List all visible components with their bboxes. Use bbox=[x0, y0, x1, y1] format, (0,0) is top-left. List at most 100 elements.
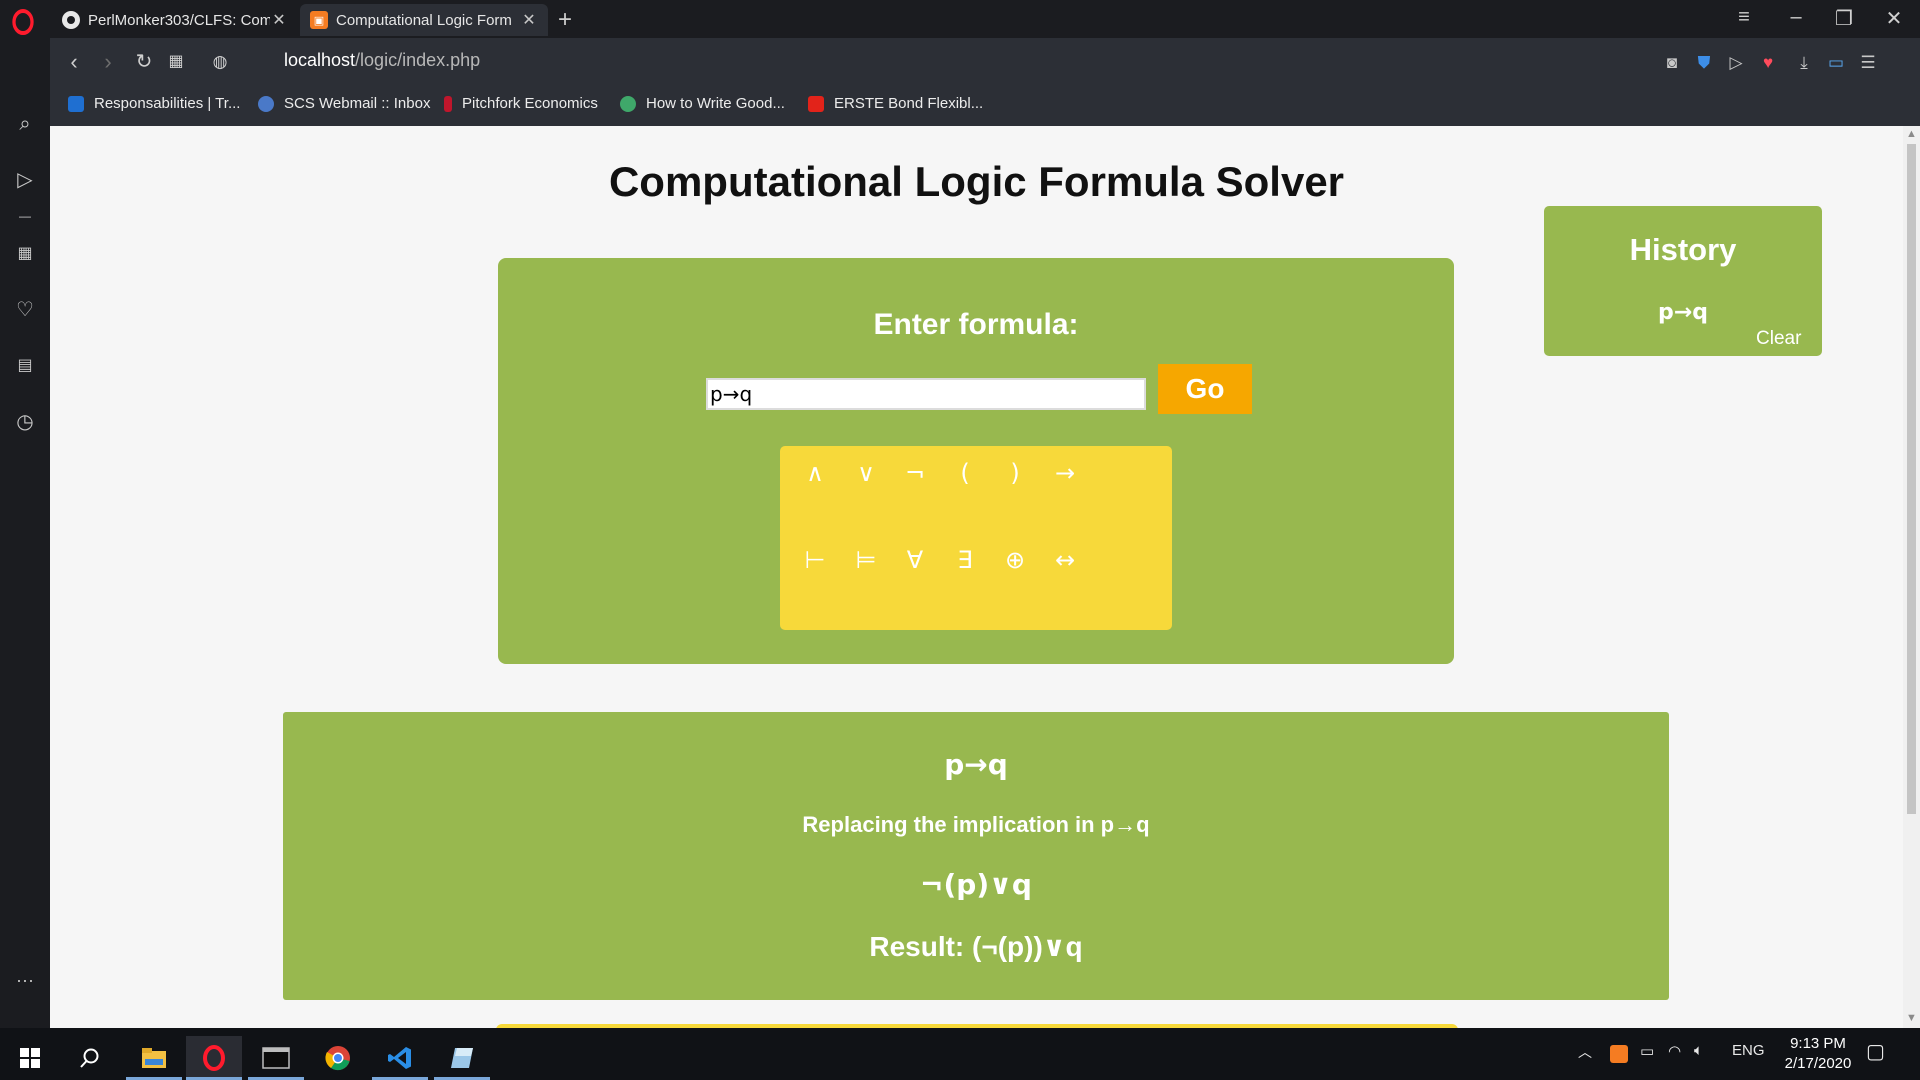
scroll-down-icon[interactable]: ▼ bbox=[1906, 1012, 1917, 1024]
easy-setup-icon[interactable]: ☰ bbox=[1856, 51, 1880, 75]
clear-history-button[interactable]: Clear bbox=[1756, 328, 1801, 350]
search-icon[interactable] bbox=[62, 1036, 118, 1080]
key-xor[interactable]: ⊕ bbox=[995, 540, 1035, 580]
bookmark-item[interactable]: ERSTE Bond Flexibl... bbox=[808, 95, 983, 112]
enter-formula-label: Enter formula: bbox=[873, 308, 1079, 341]
result-final: Result: (¬(p))∨q bbox=[869, 931, 1083, 962]
vscode-icon[interactable] bbox=[372, 1036, 428, 1080]
key-not[interactable]: ¬ bbox=[895, 453, 935, 493]
flow-send-icon[interactable]: ▷ bbox=[13, 168, 37, 192]
key-models[interactable]: ⊨ bbox=[846, 540, 886, 580]
tab-title: Computational Logic Form bbox=[336, 11, 512, 29]
address-bar: ‹ › ↻ ▦ ◍ localhost/logic/index.php ◙ ⛊ … bbox=[50, 38, 1920, 88]
battery-icon[interactable]: ▭ bbox=[1640, 1042, 1654, 1060]
key-open-paren[interactable]: ( bbox=[945, 453, 985, 493]
page-title: Computational Logic Formula Solver bbox=[608, 158, 1345, 205]
more-options-icon[interactable]: ··· bbox=[13, 968, 37, 992]
clock-date: 2/17/2020 bbox=[1784, 1055, 1852, 1072]
snapshot-icon[interactable]: ◙ bbox=[1660, 51, 1684, 75]
bookmark-label: How to Write Good... bbox=[646, 95, 785, 112]
key-exists[interactable]: ∃ bbox=[945, 540, 985, 580]
formula-input[interactable] bbox=[706, 378, 1146, 410]
clock-time: 9:13 PM bbox=[1790, 1035, 1846, 1052]
search-icon[interactable]: ⌕ bbox=[13, 112, 37, 136]
symbol-keypad: ∧ ∨ ¬ ( ) → ⊢ ⊨ ∀ ∃ ⊕ ↔ bbox=[780, 446, 1172, 630]
volume-icon[interactable]: 🔈︎ bbox=[1694, 1042, 1703, 1059]
terminal-icon[interactable] bbox=[248, 1036, 304, 1080]
windows-start-icon[interactable] bbox=[2, 1036, 58, 1080]
key-or[interactable]: ∨ bbox=[846, 453, 886, 493]
chrome-icon[interactable] bbox=[310, 1036, 366, 1080]
heart-icon[interactable]: ♥ bbox=[1756, 51, 1780, 75]
close-tab-icon[interactable]: ✕ bbox=[520, 10, 538, 30]
notes-app-icon[interactable] bbox=[434, 1036, 490, 1080]
bookmarks-bar: Responsabilities | Tr... SCS Webmail :: … bbox=[50, 88, 1920, 126]
pitchfork-icon bbox=[444, 95, 452, 112]
bookmark-label: SCS Webmail :: Inbox bbox=[284, 95, 431, 112]
close-window-icon[interactable]: ✕ bbox=[1874, 6, 1914, 31]
history-clock-icon[interactable]: ◷ bbox=[13, 410, 37, 434]
bookmark-item[interactable]: Responsabilities | Tr... bbox=[68, 95, 240, 112]
bookmark-item[interactable]: How to Write Good... bbox=[620, 95, 785, 112]
key-implies[interactable]: → bbox=[1045, 453, 1085, 493]
opera-sidebar: ⌕ ▷ — ▦ ♡ ▤ ◷ ··· bbox=[0, 38, 50, 1028]
history-item[interactable]: p→q bbox=[1544, 300, 1822, 325]
bookmark-label: ERSTE Bond Flexibl... bbox=[834, 95, 984, 112]
trello-icon bbox=[68, 95, 84, 112]
tray-chevron-icon[interactable]: ︿ bbox=[1578, 1042, 1592, 1062]
key-and[interactable]: ∧ bbox=[795, 453, 835, 493]
bookmark-item[interactable]: SCS Webmail :: Inbox bbox=[258, 95, 430, 112]
speed-dial-icon[interactable]: ▦ bbox=[162, 48, 190, 76]
minimize-icon[interactable]: – bbox=[1776, 6, 1816, 29]
key-proves[interactable]: ⊢ bbox=[795, 540, 835, 580]
forward-icon[interactable]: › bbox=[94, 48, 122, 76]
vpn-shield-icon[interactable]: ⛊ bbox=[1692, 51, 1716, 75]
reload-icon[interactable]: ↻ bbox=[130, 48, 158, 76]
bookmarks-heart-icon[interactable]: ♡ bbox=[13, 298, 37, 322]
download-icon[interactable]: ⤓ bbox=[1792, 51, 1816, 75]
tab-title: PerlMonker303/CLFS: Comp bbox=[88, 11, 270, 29]
windows-taskbar: ︿ ▭ ◠ 🔈︎ ENG 9:13 PM 2/17/2020 ▢ bbox=[0, 1028, 1920, 1080]
news-icon[interactable]: ▤ bbox=[13, 354, 37, 378]
bookmark-item[interactable]: Pitchfork Economics bbox=[444, 95, 598, 112]
key-close-paren[interactable]: ) bbox=[995, 453, 1035, 493]
tab-logic-solver[interactable]: ▣ Computational Logic Form ✕ bbox=[300, 4, 548, 36]
bookmark-label: Pitchfork Economics bbox=[462, 95, 598, 112]
writing-icon bbox=[620, 95, 636, 112]
file-explorer-icon[interactable] bbox=[126, 1036, 182, 1080]
page-scrollbar[interactable]: ▲ ▼ bbox=[1903, 126, 1920, 1028]
notifications-icon[interactable]: ▢ bbox=[1866, 1039, 1885, 1064]
taskbar-clock[interactable]: 9:13 PM 2/17/2020 bbox=[1770, 1034, 1866, 1074]
webmail-icon bbox=[258, 95, 274, 112]
scroll-thumb[interactable] bbox=[1907, 144, 1916, 814]
xampp-tray-icon[interactable] bbox=[1610, 1045, 1628, 1063]
key-iff[interactable]: ↔ bbox=[1045, 540, 1085, 580]
opera-menu-icon[interactable] bbox=[12, 9, 34, 35]
url-field[interactable]: localhost/logic/index.php bbox=[284, 50, 480, 71]
go-button[interactable]: Go bbox=[1158, 364, 1252, 414]
key-forall[interactable]: ∀ bbox=[895, 540, 935, 580]
tab-bar: PerlMonker303/CLFS: Comp ✕ ▣ Computation… bbox=[0, 0, 1920, 38]
language-indicator[interactable]: ENG bbox=[1732, 1042, 1765, 1059]
close-tab-icon[interactable]: ✕ bbox=[270, 10, 288, 30]
restore-icon[interactable]: ❐ bbox=[1824, 6, 1864, 31]
speed-dial-icon[interactable]: ▦ bbox=[13, 242, 37, 266]
result-panel: p→q Replacing the implication in p→q ¬(p… bbox=[283, 712, 1669, 1000]
erste-icon bbox=[808, 95, 824, 112]
bookmark-label: Responsabilities | Tr... bbox=[94, 95, 241, 112]
formula-panel: Enter formula: Go ∧ ∨ ¬ ( ) → ⊢ ⊨ ∀ ∃ ⊕ … bbox=[498, 258, 1454, 664]
result-transformed: ¬(p)∨q bbox=[920, 868, 1032, 901]
opera-taskbar-icon[interactable] bbox=[186, 1036, 242, 1080]
wifi-icon[interactable]: ◠ bbox=[1668, 1042, 1681, 1060]
back-icon[interactable]: ‹ bbox=[60, 48, 88, 76]
scroll-up-icon[interactable]: ▲ bbox=[1906, 128, 1917, 140]
xampp-icon: ▣ bbox=[310, 11, 328, 29]
new-tab-button[interactable]: + bbox=[552, 6, 578, 34]
tab-menu-icon[interactable]: ≡ bbox=[1724, 6, 1764, 29]
send-icon[interactable]: ▷ bbox=[1724, 51, 1748, 75]
battery-saver-icon[interactable]: ▭ bbox=[1824, 51, 1848, 75]
result-step: Replacing the implication in p→q bbox=[802, 812, 1150, 837]
tab-github[interactable]: PerlMonker303/CLFS: Comp ✕ bbox=[52, 4, 298, 36]
result-formula: p→q bbox=[944, 748, 1008, 781]
github-icon bbox=[62, 11, 80, 29]
